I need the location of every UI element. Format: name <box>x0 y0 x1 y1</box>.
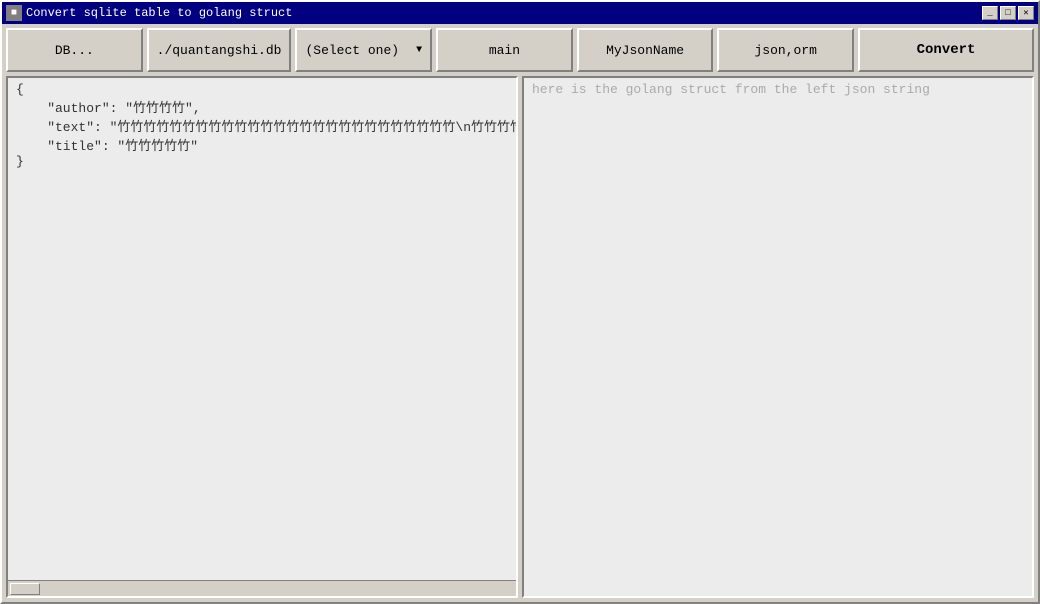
schema-label: main <box>489 43 520 58</box>
scrollbar-thumb[interactable] <box>10 583 40 595</box>
title-bar-left: ■ Convert sqlite table to golang struct <box>6 5 292 21</box>
db-button-label: DB... <box>55 43 94 58</box>
minimize-button[interactable]: _ <box>982 6 998 20</box>
json-input[interactable]: { "author": "竹竹竹竹", "text": "竹竹竹竹竹竹竹竹竹竹竹… <box>8 78 516 580</box>
schema-input[interactable]: main <box>436 28 573 72</box>
main-window: ■ Convert sqlite table to golang struct … <box>0 0 1040 604</box>
left-panel: { "author": "竹竹竹竹", "text": "竹竹竹竹竹竹竹竹竹竹竹… <box>6 76 518 598</box>
db-button[interactable]: DB... <box>6 28 143 72</box>
right-panel: here is the golang struct from the left … <box>522 76 1034 598</box>
json-name-input[interactable]: MyJsonName <box>577 28 714 72</box>
title-controls: _ □ ✕ <box>982 6 1034 20</box>
db-path-label: ./quantangshi.db <box>157 43 282 58</box>
struct-output: here is the golang struct from the left … <box>524 78 1032 596</box>
db-path[interactable]: ./quantangshi.db <box>147 28 292 72</box>
window-title: Convert sqlite table to golang struct <box>26 6 292 20</box>
placeholder-text: here is the golang struct from the left … <box>532 82 930 97</box>
json-name-label: MyJsonName <box>606 43 684 58</box>
main-area: { "author": "竹竹竹竹", "text": "竹竹竹竹竹竹竹竹竹竹竹… <box>2 76 1038 602</box>
close-button[interactable]: ✕ <box>1018 6 1034 20</box>
table-select[interactable]: (Select one) ▼ <box>295 28 432 72</box>
tags-label: json,orm <box>755 43 817 58</box>
tags-input[interactable]: json,orm <box>717 28 854 72</box>
convert-button-label: Convert <box>917 42 976 58</box>
app-icon: ■ <box>6 5 22 21</box>
chevron-down-icon: ▼ <box>416 45 422 56</box>
table-select-label: (Select one) <box>305 43 399 58</box>
toolbar: DB... ./quantangshi.db (Select one) ▼ ma… <box>2 24 1038 76</box>
horizontal-scrollbar[interactable] <box>8 580 516 596</box>
maximize-button[interactable]: □ <box>1000 6 1016 20</box>
title-bar: ■ Convert sqlite table to golang struct … <box>2 2 1038 24</box>
convert-button[interactable]: Convert <box>858 28 1034 72</box>
